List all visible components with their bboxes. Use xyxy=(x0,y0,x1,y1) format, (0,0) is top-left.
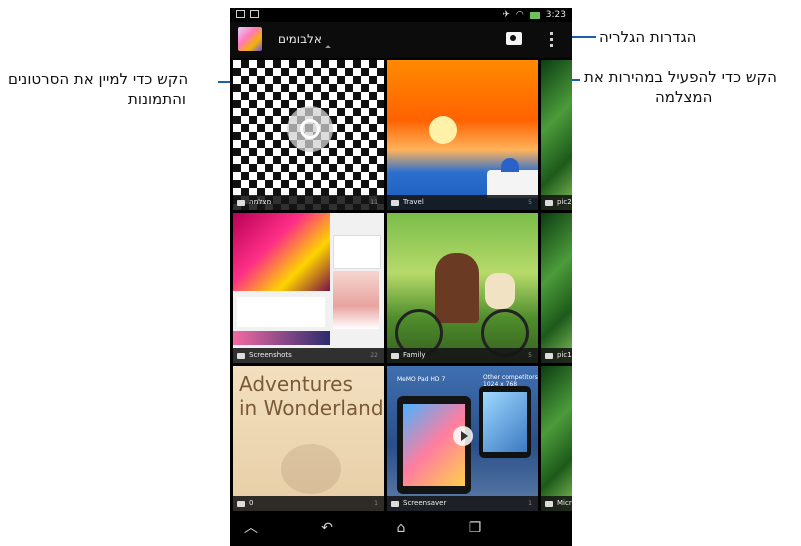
book-title-line2: in Wonderland xyxy=(239,396,384,420)
album-caption: Screenshots 22 xyxy=(233,348,384,363)
folder-icon xyxy=(237,353,245,359)
album-name: Micr xyxy=(557,499,572,507)
home-icon[interactable]: ⌂ xyxy=(392,519,410,537)
album-tile-pic1[interactable]: pic1 xyxy=(541,213,572,363)
status-bar: ✈ ◠ 3:23 xyxy=(230,8,572,22)
camera-small-icon xyxy=(237,200,245,206)
dome-image xyxy=(501,158,519,172)
album-tile-pic2[interactable]: pic2 xyxy=(541,60,572,210)
screensaver-label-left: MeMO Pad HD 7 xyxy=(397,376,446,383)
albums-dropdown[interactable]: אלבומים xyxy=(278,32,322,46)
album-count: 22 xyxy=(370,352,378,359)
folder-icon xyxy=(391,353,399,359)
album-caption: Travel 5 xyxy=(387,195,538,210)
gallery-app-icon[interactable] xyxy=(238,27,262,51)
back-icon[interactable]: ↶ xyxy=(318,519,336,537)
airplane-icon: ✈ xyxy=(502,10,510,20)
cat-illustration xyxy=(281,444,341,494)
action-bar: אלבומים xyxy=(230,22,572,58)
child-image xyxy=(485,273,515,309)
book-cover-title: Adventures in Wonderland xyxy=(239,372,384,420)
album-name: 0 xyxy=(249,499,254,507)
folder-icon xyxy=(237,501,245,507)
recents-icon[interactable]: ❐ xyxy=(466,519,484,537)
album-count: 1 xyxy=(528,500,532,507)
person-image xyxy=(435,253,479,323)
navigation-bar: ︿ ↶ ⌂ ❐ xyxy=(230,511,572,546)
album-tile-family[interactable]: Family 5 xyxy=(387,213,538,363)
book-title-line1: Adventures xyxy=(239,372,353,396)
folder-icon xyxy=(391,200,399,206)
tablet-screen: ✈ ◠ 3:23 אלבומים מצלמה11 Travel5 pic2 xyxy=(230,8,572,546)
status-right: ✈ ◠ 3:23 xyxy=(502,8,566,22)
album-name: Family xyxy=(403,351,426,359)
album-tile-camera[interactable]: מצלמה 11 xyxy=(233,60,384,210)
album-caption: מצלמה 11 xyxy=(233,195,384,210)
album-name: מצלמה xyxy=(249,198,272,206)
battery-icon xyxy=(529,11,540,19)
album-grid: מצלמה 11 Travel 5 pic2 Screenshots 22 Famil… xyxy=(230,58,572,511)
album-name: pic2 xyxy=(557,198,572,206)
callout-sort-line2: והתמונות xyxy=(128,90,186,108)
folder-icon xyxy=(391,501,399,507)
chevron-down-icon xyxy=(325,45,331,51)
album-tile-travel[interactable]: Travel 5 xyxy=(387,60,538,210)
album-count: 5 xyxy=(528,199,532,206)
screenshot-card xyxy=(333,235,381,269)
album-caption: Screensaver 1 xyxy=(387,496,538,511)
album-tile-micr[interactable]: Micr xyxy=(541,366,572,511)
overflow-menu-icon[interactable] xyxy=(550,32,554,48)
document-notification-icon xyxy=(250,10,259,18)
callout-gallery-settings: הגדרות הגלריה xyxy=(599,28,697,46)
camera-icon[interactable] xyxy=(506,32,522,45)
callout-camera-line1: הקש כדי להפעיל במהירות את xyxy=(584,68,777,86)
album-count: 5 xyxy=(528,352,532,359)
sun-image xyxy=(429,116,457,144)
album-name: Screensaver xyxy=(403,499,447,507)
folder-icon xyxy=(545,200,553,206)
album-count: 11 xyxy=(370,199,378,206)
album-name: Travel xyxy=(403,198,424,206)
album-caption: Family 5 xyxy=(387,348,538,363)
album-caption: 01 xyxy=(233,496,384,511)
camera-icon xyxy=(287,106,333,152)
play-icon[interactable] xyxy=(453,426,473,446)
screensaver-label-right-1: Other competitors xyxy=(483,374,538,381)
screenshot-strip xyxy=(233,331,330,345)
album-name: Screenshots xyxy=(249,351,292,359)
clock: 3:23 xyxy=(545,10,566,20)
album-tile-screenshots[interactable]: Screenshots 22 xyxy=(233,213,384,363)
album-tile-0[interactable]: Adventures in Wonderland 01 xyxy=(233,366,384,511)
notification-icons xyxy=(236,10,259,18)
image-notification-icon xyxy=(236,10,245,18)
building-image xyxy=(487,170,538,198)
screenshot-thumb-art xyxy=(233,213,330,291)
album-caption: pic1 xyxy=(541,348,572,363)
album-tile-screensaver[interactable]: MeMO Pad HD 7 Other competitors 1024 x 7… xyxy=(387,366,538,511)
collapse-icon[interactable]: ︿ xyxy=(242,519,260,537)
callout-camera-line2: המצלמה xyxy=(655,88,713,106)
album-name: pic1 xyxy=(557,351,572,359)
tablet-image xyxy=(479,386,531,458)
screenshot-text-block xyxy=(237,297,325,327)
album-count: 1 xyxy=(374,500,378,507)
folder-icon xyxy=(545,353,553,359)
screenshot-card xyxy=(333,271,379,329)
album-caption: Micr xyxy=(541,496,572,511)
album-caption: pic2 xyxy=(541,195,572,210)
callout-sort-line1: הקש כדי למיין את הסרטונים xyxy=(8,70,189,88)
folder-icon xyxy=(545,501,553,507)
wifi-icon: ◠ xyxy=(515,10,524,20)
